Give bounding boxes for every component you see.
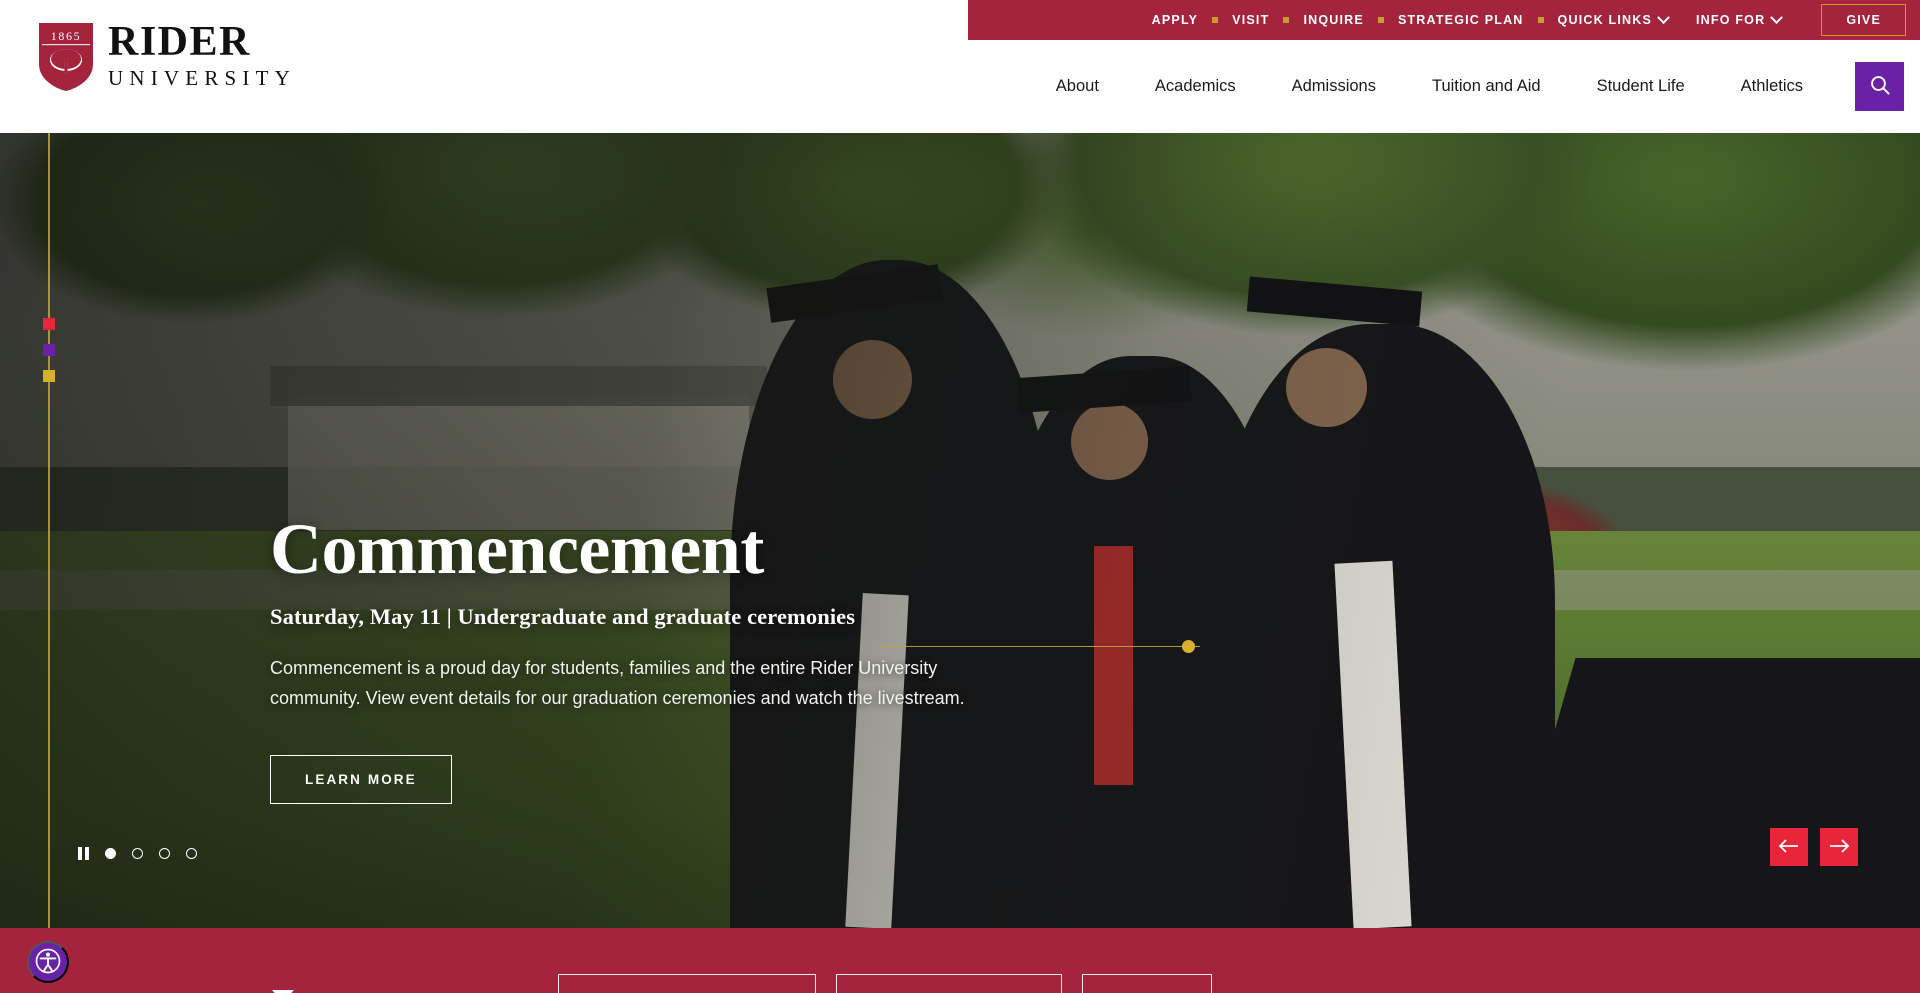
hero-learn-more-button[interactable]: LEARN MORE [270, 754, 452, 804]
band-box-1[interactable] [558, 974, 816, 993]
hero-content: Commencement Saturday, May 11 | Undergra… [270, 509, 1050, 804]
search-icon [1869, 74, 1891, 99]
utility-link-inquire-label: INQUIRE [1303, 13, 1364, 27]
nav-item-academics[interactable]: Academics [1127, 77, 1264, 96]
bottom-band-content [270, 974, 1212, 993]
nav-item-admissions[interactable]: Admissions [1264, 77, 1404, 96]
decorative-band-icon [270, 988, 296, 993]
carousel-dot-2[interactable] [131, 848, 143, 859]
search-button[interactable] [1855, 62, 1904, 111]
carousel-pause-button[interactable] [78, 847, 89, 860]
utility-link-inquire[interactable]: INQUIRE [1289, 13, 1378, 27]
hero-title: Commencement [270, 509, 764, 589]
carousel-next-button[interactable] [1820, 828, 1858, 866]
chevron-down-icon [1770, 10, 1784, 24]
arrow-right-icon [1828, 838, 1850, 857]
svg-text:1865: 1865 [51, 29, 81, 43]
decorative-marker-purple [43, 344, 55, 356]
hero-subtitle: Saturday, May 11 | Undergraduate and gra… [270, 604, 856, 630]
chevron-down-icon [1657, 10, 1670, 24]
utility-link-quick-links-label: QUICK LINKS [1557, 13, 1652, 27]
decorative-marker-gold [43, 370, 55, 382]
site-header: APPLY VISIT INQUIRE STRATEGIC PLAN QUICK… [0, 0, 1920, 133]
accessibility-widget-button[interactable] [27, 941, 69, 983]
hero-description: Commencement is a proud day for students… [270, 658, 965, 708]
carousel-prev-button[interactable] [1770, 828, 1808, 866]
nav-item-student-life[interactable]: Student Life [1569, 77, 1713, 96]
logo-university-text: UNIVERSITY [108, 65, 296, 90]
logo-rider-text: RIDER [108, 18, 251, 65]
utility-link-quick-links[interactable]: QUICK LINKS [1544, 10, 1682, 27]
carousel-dot-4[interactable] [185, 848, 197, 859]
utility-link-info-for-label: INFO FOR [1696, 13, 1766, 27]
utility-links: APPLY VISIT INQUIRE STRATEGIC PLAN QUICK… [1138, 0, 1810, 40]
decorative-gold-dot [1182, 640, 1195, 653]
band-box-2[interactable] [836, 974, 1062, 993]
bottom-band [0, 928, 1920, 993]
utility-link-apply[interactable]: APPLY [1138, 13, 1213, 27]
utility-link-apply-label: APPLY [1151, 13, 1199, 27]
utility-link-visit-label: VISIT [1232, 13, 1270, 27]
decorative-vertical-line [48, 133, 50, 928]
nav-item-tuition-and-aid[interactable]: Tuition and Aid [1404, 77, 1569, 96]
carousel-controls [78, 847, 197, 860]
utility-bar: APPLY VISIT INQUIRE STRATEGIC PLAN QUICK… [968, 0, 1920, 40]
pause-icon-bar [85, 847, 89, 860]
utility-link-strategic-plan-label: STRATEGIC PLAN [1397, 13, 1524, 27]
accessibility-person-icon [34, 947, 62, 978]
utility-link-info-for[interactable]: INFO FOR [1682, 10, 1795, 27]
band-box-3[interactable] [1082, 974, 1212, 993]
main-navigation: About Academics Admissions Tuition and A… [1028, 40, 1920, 133]
nav-item-about[interactable]: About [1028, 77, 1127, 96]
arrow-left-icon [1778, 838, 1800, 857]
carousel-dot-1[interactable] [104, 848, 116, 859]
carousel-dot-3[interactable] [158, 848, 170, 859]
pause-icon-bar [78, 847, 82, 860]
give-button[interactable]: GIVE [1821, 4, 1906, 36]
utility-link-strategic-plan[interactable]: STRATEGIC PLAN [1384, 13, 1538, 27]
carousel-arrows [1770, 828, 1858, 866]
hero-carousel: Commencement Saturday, May 11 | Undergra… [0, 133, 1920, 928]
shield-tree-icon: 1865 [38, 22, 94, 92]
logo-wordmark: RIDER UNIVERSITY [108, 18, 296, 91]
site-logo[interactable]: 1865 RIDER UNIVERSITY [38, 18, 296, 92]
decorative-marker-red [43, 318, 55, 330]
nav-item-athletics[interactable]: Athletics [1713, 77, 1831, 96]
utility-link-visit[interactable]: VISIT [1218, 13, 1283, 27]
